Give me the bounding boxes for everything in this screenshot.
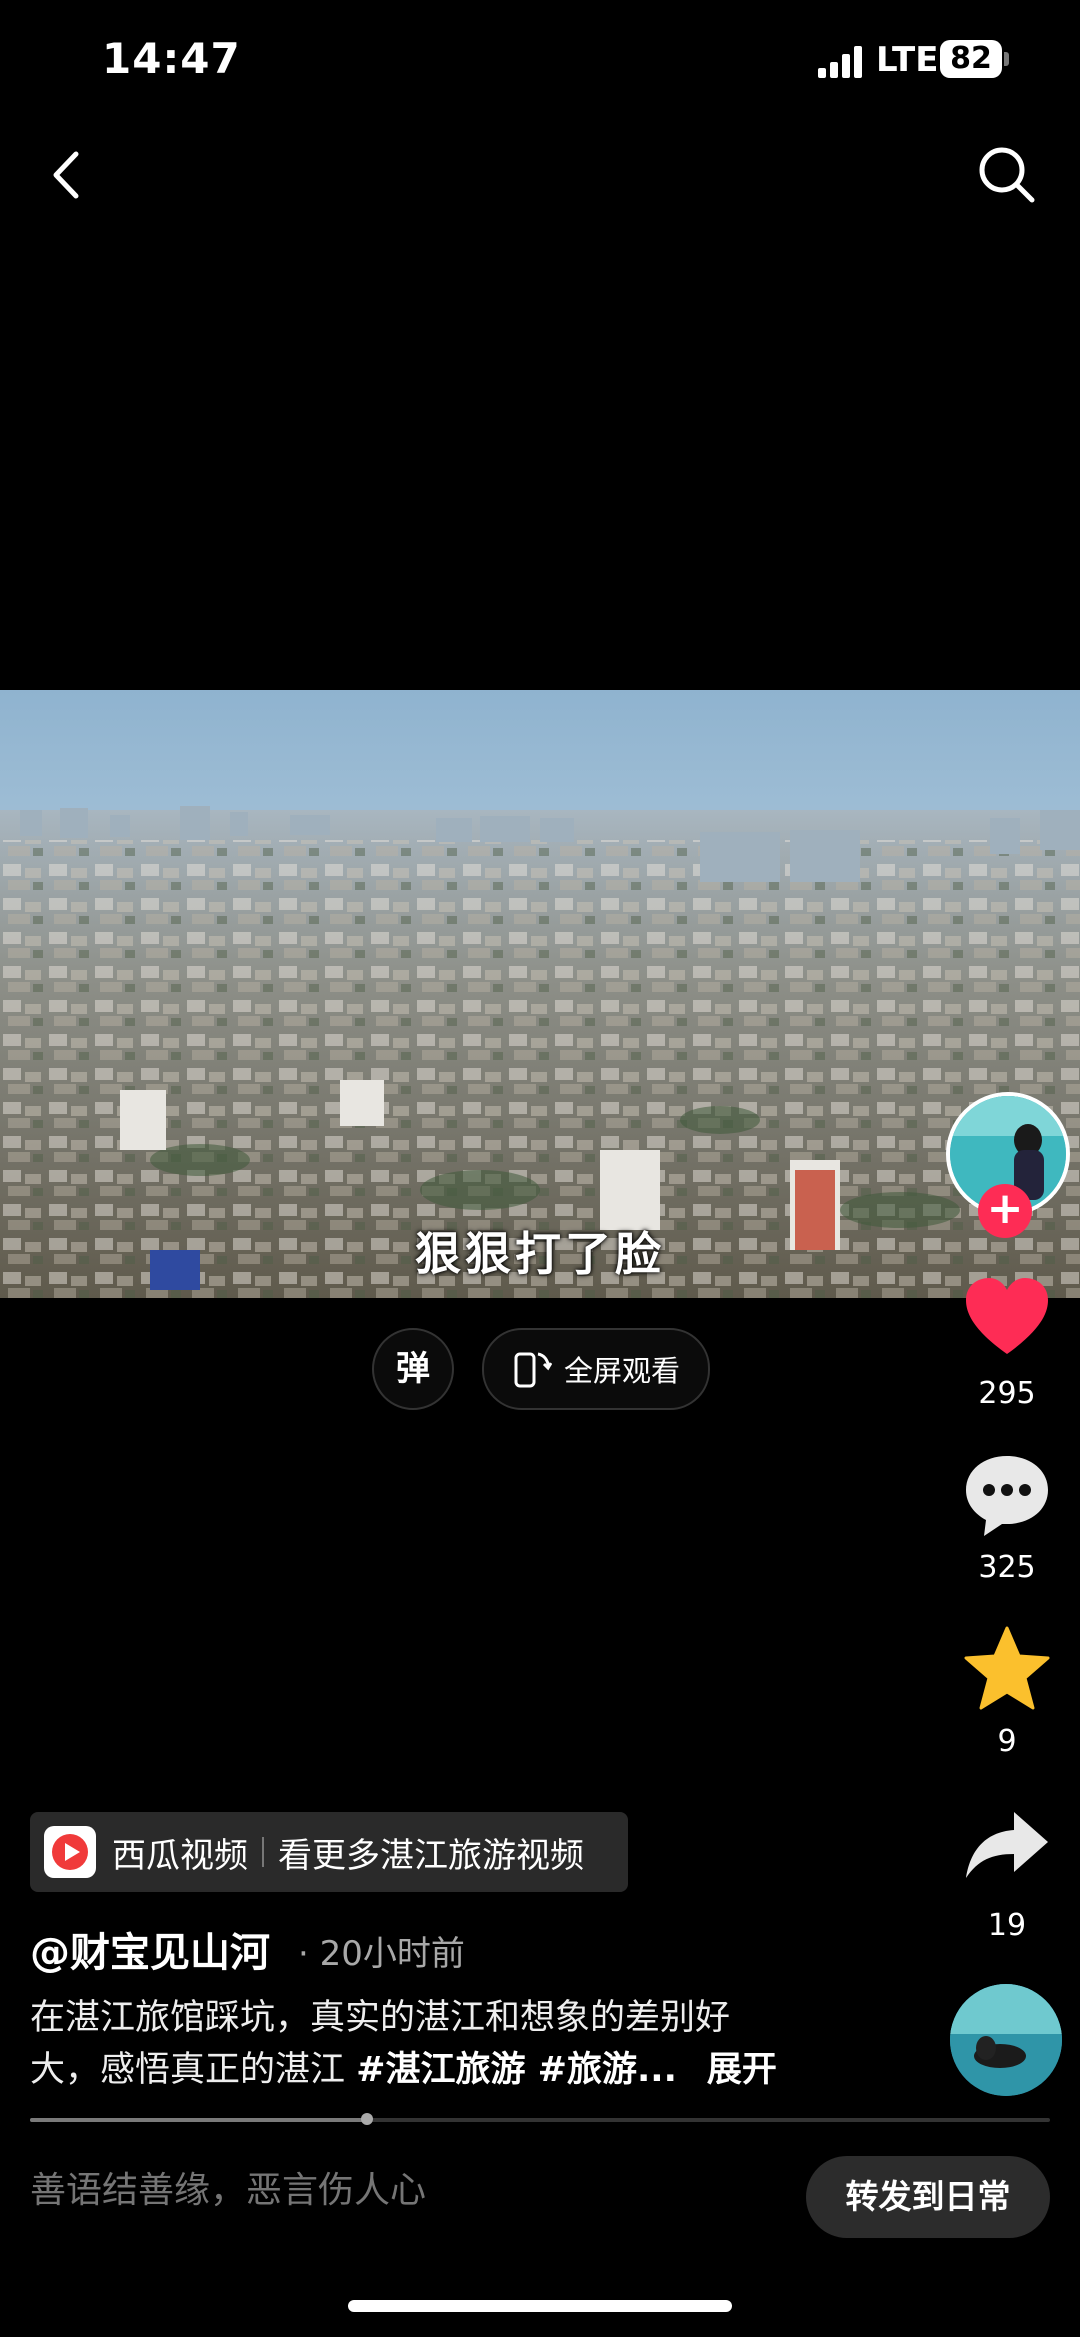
heart-icon — [966, 1278, 1048, 1354]
source-app-name: 西瓜视频 — [112, 1835, 248, 1876]
share-button[interactable] — [962, 1800, 1052, 1894]
progress-fill — [30, 2118, 367, 2122]
status-time: 14:47 — [102, 34, 241, 83]
description-text: 大，感悟真正的湛江 — [30, 2050, 357, 2090]
fullscreen-label: 全屏观看 — [564, 1354, 681, 1388]
comment-button[interactable] — [962, 1450, 1052, 1544]
signal-icon — [818, 46, 862, 78]
source-more-link: 看更多湛江旅游视频 — [278, 1835, 584, 1876]
progress-knob[interactable] — [360, 2113, 373, 2125]
like-count: 295 — [978, 1376, 1036, 1411]
music-disc-avatar[interactable] — [950, 1984, 1062, 2096]
share-count: 19 — [987, 1908, 1027, 1943]
music-disc-image — [950, 1984, 1062, 2096]
description-line-1: 在湛江旅馆踩坑，真实的湛江和想象的差别好 — [30, 1998, 731, 2038]
chevron-left-icon — [53, 151, 79, 199]
comment-count: 325 — [978, 1550, 1036, 1585]
back-button[interactable] — [34, 140, 104, 210]
video-frame-city-aerial — [0, 690, 1080, 1298]
danmu-toggle-button[interactable]: 弹 — [372, 1328, 454, 1410]
video-subtitle: 狠狠打了脸 — [415, 1227, 665, 1281]
comment-input[interactable] — [30, 2170, 770, 2211]
follow-button[interactable]: + — [978, 1184, 1032, 1238]
favorite-button[interactable] — [962, 1624, 1052, 1718]
home-indicator[interactable] — [348, 2300, 732, 2312]
source-app-tag[interactable]: 西瓜视频 看更多湛江旅游视频 — [30, 1812, 628, 1892]
battery-icon — [1004, 52, 1009, 66]
fullscreen-button[interactable]: 全屏观看 — [482, 1328, 710, 1410]
comment-icon — [966, 1456, 1048, 1536]
star-icon — [964, 1626, 1050, 1710]
author-name[interactable]: @财宝见山河 — [30, 1920, 270, 1978]
video-player[interactable] — [0, 690, 1080, 1298]
battery-level: 82 — [940, 40, 1002, 78]
favorite-count: 9 — [997, 1724, 1017, 1759]
share-arrow-icon — [966, 1812, 1048, 1878]
hashtags[interactable]: #湛江旅游 #旅游... — [356, 2050, 677, 2090]
search-icon — [979, 147, 1035, 203]
xigua-video-logo-icon — [44, 1826, 96, 1878]
rotate-phone-icon — [514, 1352, 552, 1388]
repost-button[interactable]: 转发到日常 — [806, 2156, 1050, 2238]
expand-button[interactable]: 展开 — [707, 2050, 777, 2090]
like-button[interactable] — [962, 1274, 1052, 1368]
network-type: LTE — [876, 40, 939, 80]
post-description[interactable]: 在湛江旅馆踩坑，真实的湛江和想象的差别好 大，感悟真正的湛江 #湛江旅游 #旅游… — [30, 1992, 850, 2096]
post-time: · 20小时前 — [298, 1934, 465, 1974]
description-line-2: 大，感悟真正的湛江 #湛江旅游 #旅游... 展开 — [30, 2044, 850, 2096]
search-button[interactable] — [970, 138, 1044, 212]
divider — [262, 1837, 264, 1867]
